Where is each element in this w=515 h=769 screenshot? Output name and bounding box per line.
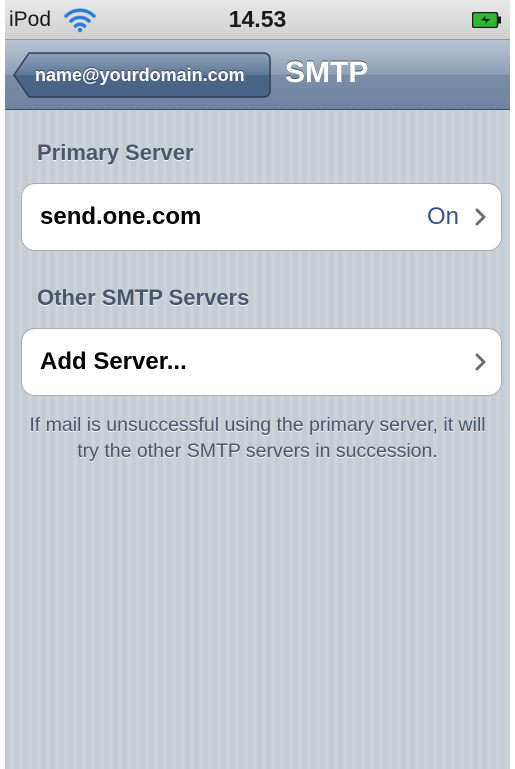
back-button[interactable]: name@yourdomain.com	[13, 52, 271, 98]
add-server-label: Add Server...	[40, 348, 187, 375]
back-button-label: name@yourdomain.com	[35, 65, 245, 85]
footer-note: If mail is unsuccessful using the primar…	[29, 414, 486, 462]
settings-content: Primary Server send.one.com On Other SMT…	[5, 110, 510, 769]
battery-charging-icon	[471, 11, 502, 29]
section-header-primary: Primary Server	[37, 140, 194, 165]
clock: 14.53	[228, 6, 287, 32]
primary-server-cell[interactable]: send.one.com On	[21, 183, 502, 251]
add-server-cell[interactable]: Add Server...	[21, 328, 502, 396]
chevron-right-icon	[475, 353, 487, 371]
iphone-screen: iPod 14.53 name@yourdomain.com SMTP Prim…	[5, 0, 510, 769]
primary-server-status: On	[426, 203, 459, 230]
page-title: SMTP	[285, 56, 369, 89]
navigation-bar: name@yourdomain.com SMTP	[5, 40, 510, 110]
section-header-other: Other SMTP Servers	[37, 285, 250, 310]
status-bar: iPod 14.53	[5, 0, 510, 40]
chevron-right-icon	[475, 208, 487, 226]
primary-server-name: send.one.com	[40, 203, 202, 230]
